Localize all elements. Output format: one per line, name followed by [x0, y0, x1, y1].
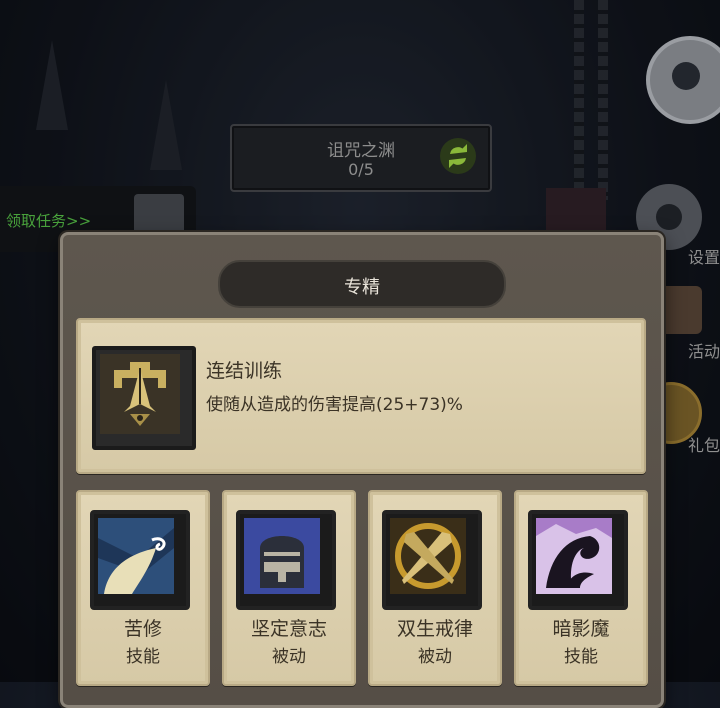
- skill-type: 技能: [564, 647, 598, 667]
- skill-card[interactable]: 暗影魔 技能: [514, 490, 648, 686]
- skill-name: 暗影魔: [552, 618, 610, 640]
- monk-robe-icon: [98, 518, 174, 594]
- skill-name: 双生戒律: [396, 618, 473, 640]
- specialization-description: 使随从造成的伤害提高(25+73)%: [206, 395, 463, 415]
- skill-card[interactable]: 坚定意志 被动: [222, 490, 356, 686]
- quest-tracker[interactable]: 诅咒之渊 0/5: [230, 124, 492, 192]
- specialization-name: 连结训练: [206, 360, 283, 382]
- skill-icon-frame: [236, 510, 336, 610]
- skill-icon-frame: [382, 510, 482, 610]
- skill-type: 被动: [418, 647, 452, 667]
- skill-icon-frame: [528, 510, 628, 610]
- skill-card[interactable]: 双生戒律 被动: [368, 490, 502, 686]
- praying-hands-emblem-icon: [100, 354, 180, 434]
- knight-helmet-icon: [244, 518, 320, 594]
- refresh-icon[interactable]: [440, 138, 476, 174]
- panel-title: 专精: [344, 277, 380, 298]
- specialization-icon-frame: [92, 346, 196, 450]
- panel-title-bar: 专精: [218, 260, 506, 308]
- skill-card[interactable]: 苦修 技能: [76, 490, 210, 686]
- claim-task-link[interactable]: 领取任务>>: [6, 210, 91, 231]
- skill-icon-frame: [90, 510, 190, 610]
- specialization-card: 连结训练 使随从造成的伤害提高(25+73)%: [76, 318, 646, 474]
- skill-type: 技能: [126, 647, 160, 667]
- shadowfiend-icon: [536, 518, 612, 594]
- skill-name: 坚定意志: [250, 618, 327, 640]
- skill-name: 苦修: [123, 618, 162, 640]
- crossed-swords-icon: [390, 518, 466, 594]
- skill-type: 被动: [272, 647, 306, 667]
